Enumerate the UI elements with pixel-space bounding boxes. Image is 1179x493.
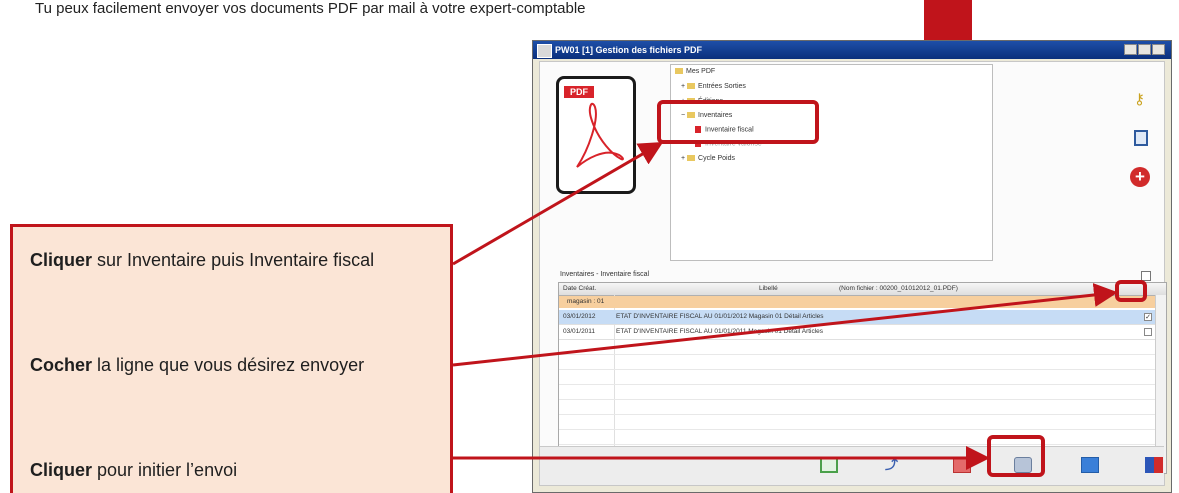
folder-icon [687, 155, 696, 162]
row-checkbox[interactable] [1144, 328, 1152, 336]
window-controls [1124, 44, 1165, 55]
step-3-text: Cliquer pour initier l’envoi [30, 460, 238, 480]
pdf-manager-window: PW01 [1] Gestion des fichiers PDF PDF Me… [532, 40, 1172, 493]
add-icon[interactable]: + [1130, 167, 1150, 187]
maximize-button[interactable] [1138, 44, 1151, 55]
tree-node-cycle-poids[interactable]: + Cycle Poids [681, 155, 735, 162]
highlight-inventaire-fiscal [657, 100, 819, 144]
window-client: PDF Mes PDF + Entrées Sorties + Éditions… [539, 61, 1167, 486]
highlight-send-button [987, 435, 1045, 477]
document-icon[interactable] [1134, 130, 1148, 146]
folder-icon [675, 68, 683, 75]
app-icon [537, 44, 552, 58]
group-row[interactable]: magasin : 01 [559, 296, 1156, 308]
step-2-text: Cocher la ligne que vous désirez envoyer [30, 355, 365, 375]
column-libelle[interactable]: Libellé [759, 285, 778, 292]
row-checkbox[interactable]: ✓ [1144, 313, 1152, 321]
minimize-button[interactable] [1124, 44, 1137, 55]
folder-icon [687, 83, 696, 90]
intro-text: Tu peux facilement envoyer vos documents… [35, 0, 586, 17]
tree-node-entrees-sorties[interactable]: + Entrées Sorties [681, 83, 746, 90]
grid-header: Date Créat. Libellé (Nom fichier : 00200… [559, 283, 1166, 296]
column-nom-fichier[interactable]: (Nom fichier : 00200_01012012_01.PDF) [839, 285, 958, 292]
table-row[interactable]: 03/01/2012 ETAT D'INVENTAIRE FISCAL AU 0… [559, 310, 1156, 325]
pdf-logo-icon: PDF [556, 76, 636, 194]
window-title: PW01 [1] Gestion des fichiers PDF [555, 45, 703, 55]
mail-icon[interactable] [953, 457, 971, 473]
tree-node-root[interactable]: Mes PDF [675, 68, 715, 75]
key-icon[interactable]: ⚷ [1134, 92, 1150, 108]
window-titlebar: PW01 [1] Gestion des fichiers PDF [533, 41, 1171, 59]
pdf-folder-tree: Mes PDF + Entrées Sorties + Éditions − I… [670, 64, 993, 261]
step-1-text: Cliquer sur Inventaire puis Inventaire f… [30, 250, 375, 270]
exit-icon[interactable] [1145, 457, 1163, 473]
close-button[interactable] [1152, 44, 1165, 55]
pdf-export-icon[interactable]: ⤴ [885, 457, 903, 473]
table-row[interactable]: 03/01/2011 ETAT D'INVENTAIRE FISCAL AU 0… [559, 325, 1156, 340]
highlight-row-checkbox [1115, 280, 1147, 302]
print-icon[interactable] [1081, 457, 1099, 473]
instruction-callout: Cliquer sur Inventaire puis Inventaire f… [10, 224, 453, 493]
bottom-toolbar: ⤴ [540, 446, 1164, 485]
refresh-icon[interactable] [820, 457, 838, 473]
column-date[interactable]: Date Créat. [563, 285, 596, 292]
grid-caption: Inventaires - Inventaire fiscal [560, 271, 650, 278]
